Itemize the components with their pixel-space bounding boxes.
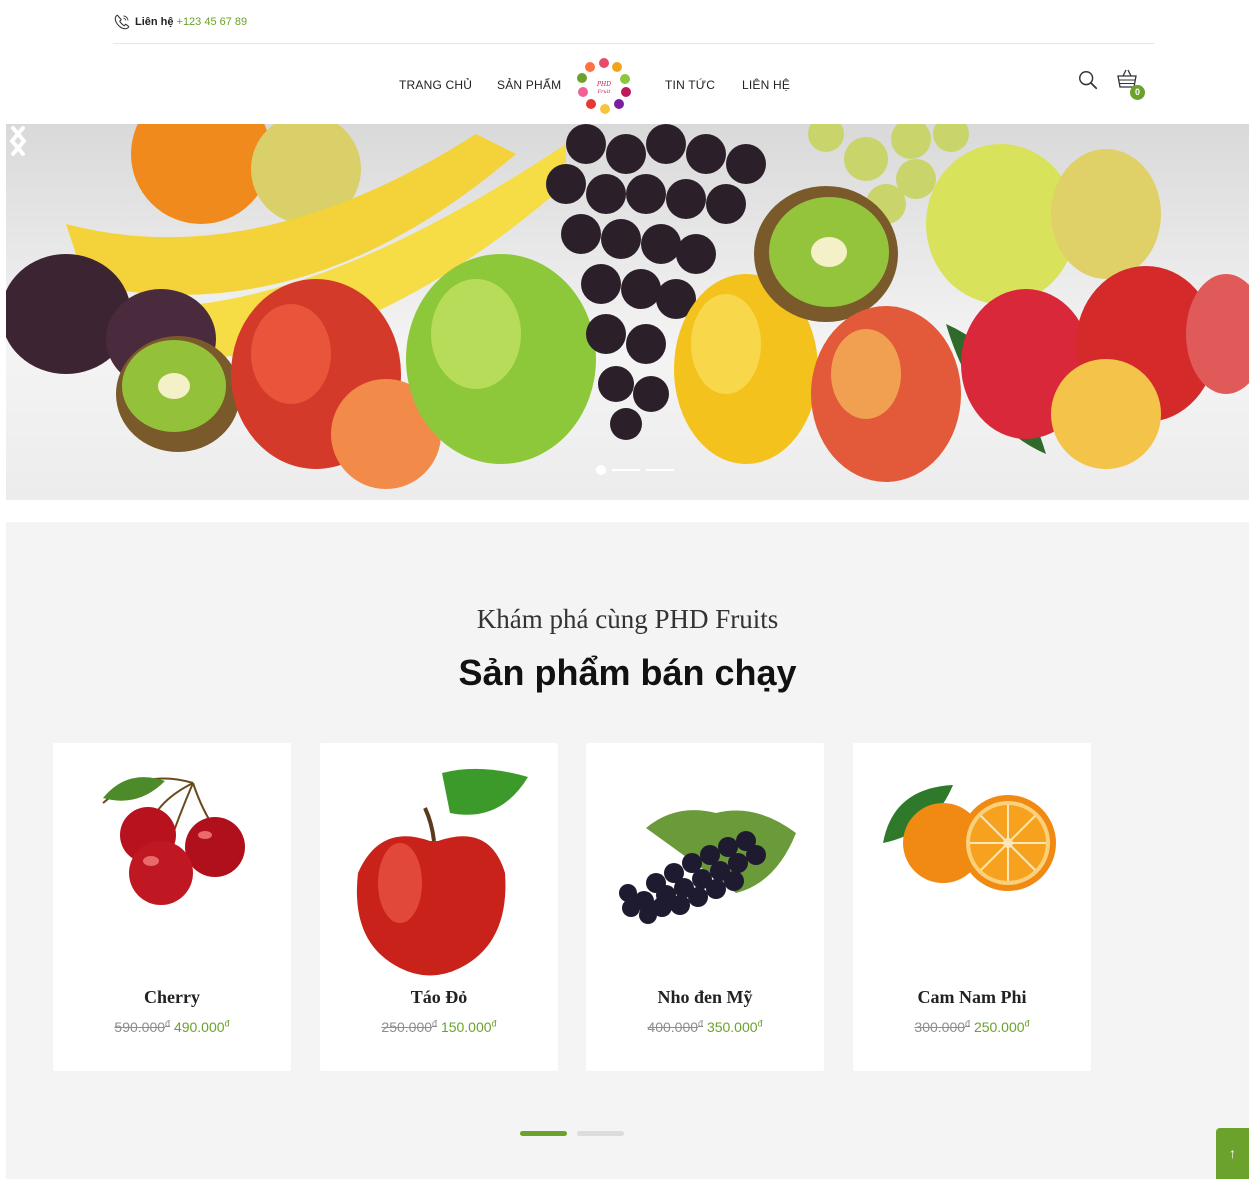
product-price: 300.000đ 250.000đ bbox=[853, 1018, 1091, 1035]
product-name: Nho đen Mỹ bbox=[657, 987, 753, 1007]
nav-item-contact[interactable]: LIÊN HỆ bbox=[742, 78, 790, 92]
cart-count-badge: 0 bbox=[1130, 85, 1145, 100]
product-image-black-grapes bbox=[619, 810, 796, 924]
product-card-orange[interactable]: Cam Nam Phi 300.000đ 250.000đ bbox=[853, 743, 1091, 1071]
product-image-red-apple bbox=[356, 768, 528, 976]
old-price: 590.000đ bbox=[114, 1018, 171, 1035]
slider-dot-3[interactable] bbox=[646, 469, 674, 471]
best-sellers-section: Khám phá cùng PHD Fruits Sản phẩm bán ch… bbox=[6, 522, 1249, 1179]
old-price: 300.000đ bbox=[914, 1018, 971, 1035]
section-subtitle: Khám phá cùng PHD Fruits bbox=[476, 604, 779, 634]
slider-dot-1[interactable] bbox=[596, 465, 606, 475]
sale-price: 490.000đ bbox=[173, 1018, 230, 1035]
topbar: Liên hệ +123 45 67 89 bbox=[113, 12, 247, 32]
carousel-page-2[interactable] bbox=[577, 1131, 624, 1136]
contact-label: Liên hệ bbox=[135, 16, 174, 28]
product-price: 400.000đ 350.000đ bbox=[586, 1018, 824, 1035]
svg-text:PHD: PHD bbox=[596, 81, 611, 88]
hero-fruit-image bbox=[6, 124, 1249, 489]
product-image-cherry bbox=[102, 777, 245, 905]
product-card-cherry[interactable]: Cherry 590.000đ 490.000đ bbox=[53, 743, 291, 1071]
search-icon[interactable] bbox=[1077, 69, 1099, 91]
top-divider bbox=[113, 43, 1154, 44]
phone-icon bbox=[114, 14, 130, 30]
old-price: 250.000đ bbox=[381, 1018, 438, 1035]
contact-phone-link[interactable]: +123 45 67 89 bbox=[177, 16, 248, 28]
product-price: 590.000đ 490.000đ bbox=[53, 1018, 291, 1035]
section-title: Sản phẩm bán chạy bbox=[458, 652, 797, 693]
nav-item-news[interactable]: TIN TỨC bbox=[665, 78, 715, 92]
product-card-red-apple[interactable]: Táo Đỏ 250.000đ 150.000đ bbox=[320, 743, 558, 1071]
main-nav: TRANG CHỦ SẢN PHẨM PHD Fruit TIN TỨC LIÊ… bbox=[0, 52, 1249, 122]
product-name: Cam Nam Phi bbox=[917, 987, 1027, 1007]
sale-price: 250.000đ bbox=[973, 1018, 1030, 1035]
slider-dot-2[interactable] bbox=[612, 469, 640, 471]
svg-text:Fruit: Fruit bbox=[597, 89, 612, 95]
product-name: Cherry bbox=[144, 987, 200, 1007]
nav-item-home[interactable]: TRANG CHỦ bbox=[399, 78, 472, 92]
back-to-top-button[interactable]: ↑ bbox=[1216, 1128, 1249, 1179]
sale-price: 150.000đ bbox=[440, 1018, 497, 1035]
product-price: 250.000đ 150.000đ bbox=[320, 1018, 558, 1035]
product-name: Táo Đỏ bbox=[410, 987, 468, 1007]
sale-price: 350.000đ bbox=[706, 1018, 763, 1035]
carousel-page-1[interactable] bbox=[520, 1131, 567, 1136]
logo[interactable]: PHD Fruit bbox=[575, 57, 633, 115]
nav-item-products[interactable]: SẢN PHẨM bbox=[497, 78, 561, 92]
old-price: 400.000đ bbox=[647, 1018, 704, 1035]
product-card-black-grapes[interactable]: Nho đen Mỹ 400.000đ 350.000đ bbox=[586, 743, 824, 1071]
slider-next-chevron-icon[interactable] bbox=[6, 124, 30, 158]
product-image-orange bbox=[883, 785, 1056, 891]
hero-slider[interactable] bbox=[6, 124, 1249, 500]
slider-indicators bbox=[596, 464, 674, 476]
